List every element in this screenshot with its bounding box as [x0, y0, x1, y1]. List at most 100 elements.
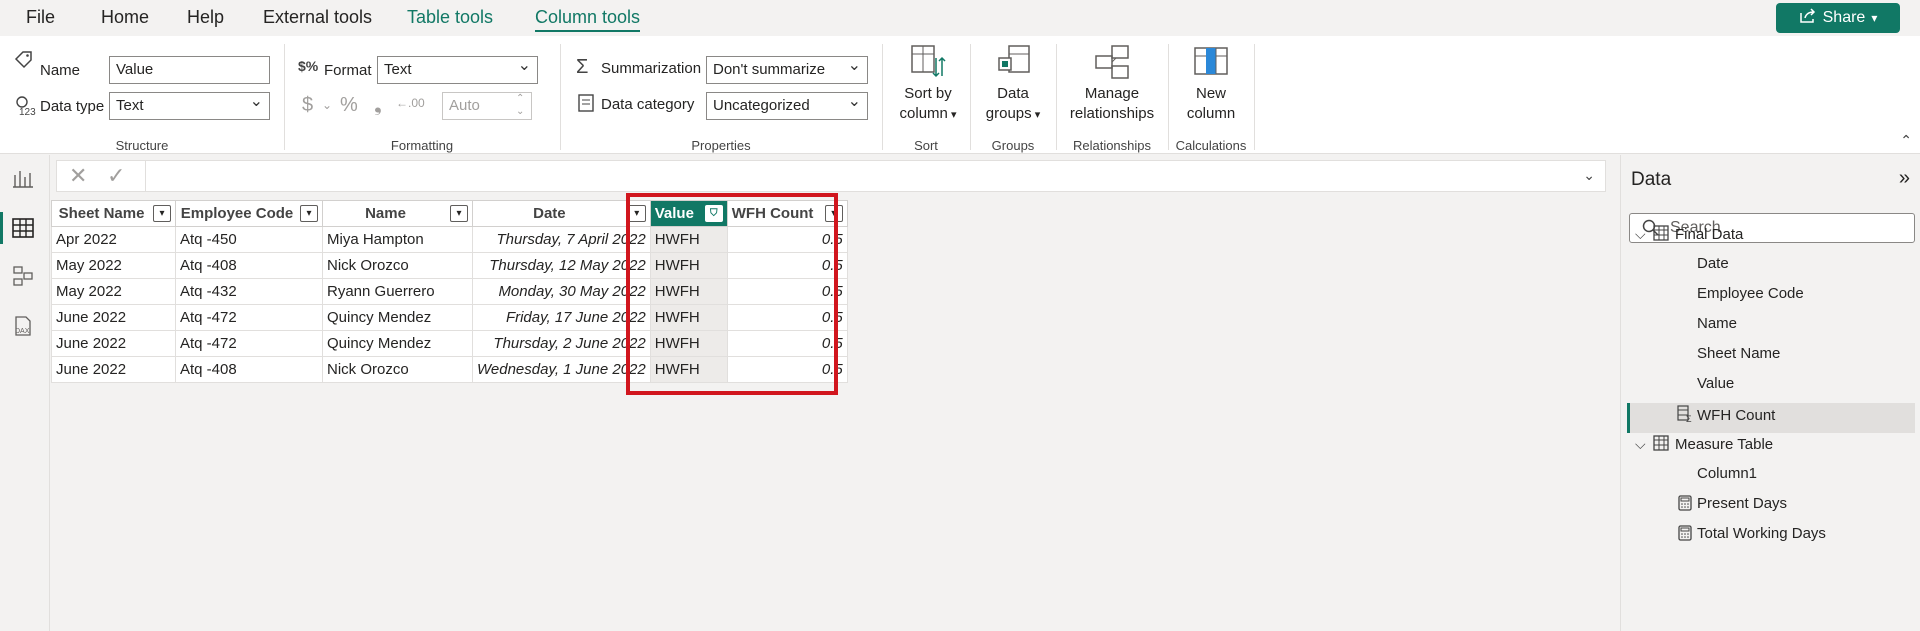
cell-name[interactable]: Quincy Mendez [322, 330, 473, 357]
data-pane: Data » Search ⌵ Final Data Date Employee Co… [1620, 155, 1920, 631]
table-view-icon[interactable] [12, 217, 38, 243]
measure-icon [1677, 495, 1697, 515]
table-node-measure-table[interactable]: ⌵ Measure Table [1635, 435, 1773, 455]
cell-date[interactable]: Thursday, 12 May 2022 [472, 252, 651, 279]
cell-date[interactable]: Thursday, 2 June 2022 [472, 330, 651, 357]
tree-item-label: Column1 [1697, 465, 1758, 482]
column-header-sheet-name[interactable]: Sheet Name ▾ [51, 200, 176, 227]
cell-employee-code[interactable]: Atq -432 [175, 278, 323, 305]
column-header-date[interactable]: Date ▾ [472, 200, 651, 227]
summarization-dropdown[interactable]: Don't summarize [706, 56, 868, 84]
cell-sheet-name[interactable]: June 2022 [51, 304, 176, 331]
decimal-icon[interactable]: ←.00 [396, 96, 425, 110]
tree-item-label: Date [1697, 255, 1729, 272]
cell-date[interactable]: Wednesday, 1 June 2022 [472, 356, 651, 383]
data-category-dropdown[interactable]: Uncategorized [706, 92, 868, 120]
expand-formula-icon[interactable]: ⌄ [1583, 167, 1595, 184]
cell-employee-code[interactable]: Atq -408 [175, 356, 323, 383]
cell-name[interactable]: Nick Orozco [322, 356, 473, 383]
field-column1[interactable]: Column1 [1697, 465, 1757, 482]
column-header-label: Date [533, 205, 566, 222]
filter-dropdown-icon[interactable]: ▾ [450, 205, 468, 222]
cell-employee-code[interactable]: Atq -450 [175, 226, 323, 253]
calculated-column-icon: Σ [1677, 405, 1697, 427]
cell-name[interactable]: Nick Orozco [322, 252, 473, 279]
cell-name[interactable]: Miya Hampton [322, 226, 473, 253]
manage-relationships-button[interactable]: Manage relationships [1062, 44, 1162, 124]
tag-icon [14, 51, 34, 73]
collapse-ribbon-icon[interactable]: ⌃ [1900, 132, 1912, 149]
cell-date[interactable]: Friday, 17 June 2022 [472, 304, 651, 331]
column-header-name[interactable]: Name ▾ [322, 200, 473, 227]
column-header-employee-code[interactable]: Employee Code ▾ [175, 200, 323, 227]
cell-sheet-name[interactable]: June 2022 [51, 330, 176, 357]
cell-sheet-name[interactable]: May 2022 [51, 252, 176, 279]
cell-employee-code[interactable]: Atq -472 [175, 330, 323, 357]
cell-name[interactable]: Quincy Mendez [322, 304, 473, 331]
menu-home[interactable]: Home [101, 7, 149, 28]
commit-icon[interactable]: ✓ [107, 163, 125, 189]
tree-item-label: Employee Code [1697, 285, 1804, 302]
filter-dropdown-icon[interactable]: ▾ [300, 205, 318, 222]
field-employee-code[interactable]: Employee Code [1697, 285, 1804, 302]
field-date[interactable]: Date [1697, 255, 1729, 272]
share-button[interactable]: Share ▾ [1776, 3, 1900, 33]
model-view-icon[interactable] [12, 265, 38, 291]
filter-dropdown-icon[interactable]: ▾ [153, 205, 171, 222]
field-name[interactable]: Name [1697, 315, 1737, 332]
data-groups-icon [976, 44, 1050, 84]
structure-group-label: Structure [115, 138, 169, 153]
tab-column-tools[interactable]: Column tools [520, 0, 655, 36]
cell-date[interactable]: Monday, 30 May 2022 [472, 278, 651, 305]
format-label: Format [324, 62, 372, 79]
cell-name[interactable]: Ryann Guerrero [322, 278, 473, 305]
cell-sheet-name[interactable]: May 2022 [51, 278, 176, 305]
name-field[interactable]: Value [109, 56, 270, 84]
sort-by-column-button[interactable]: Sort by column ▾ [892, 44, 964, 125]
tab-table-tools[interactable]: Table tools [388, 0, 510, 36]
chevron-down-icon: ▾ [1031, 109, 1041, 121]
chevron-down-icon[interactable]: ⌵ [1635, 226, 1653, 243]
table-node-final-data[interactable]: ⌵ Final Data [1635, 225, 1743, 245]
cell-date[interactable]: Thursday, 7 April 2022 [472, 226, 651, 253]
formatting-group-label: Formatting [390, 138, 454, 153]
stepper-icon[interactable]: ⌃ ⌄ [516, 92, 524, 118]
properties-group-label: Properties [691, 138, 751, 153]
chevron-down-icon[interactable]: ⌵ [1635, 436, 1653, 453]
data-groups-button[interactable]: Data groups ▾ [976, 44, 1050, 125]
formula-input[interactable] [147, 161, 1567, 191]
chevron-down-icon: ▾ [947, 109, 957, 121]
menu-file[interactable]: File [26, 7, 55, 28]
field-total-working-days[interactable]: Total Working Days [1677, 525, 1826, 545]
svg-text:Σ: Σ [1686, 414, 1692, 423]
collapse-pane-icon[interactable]: » [1899, 167, 1910, 190]
chevron-down-icon: ▾ [1871, 11, 1878, 25]
datatype-dropdown[interactable]: Text [109, 92, 270, 120]
menu-help[interactable]: Help [187, 7, 224, 28]
new-column-button[interactable]: New column [1174, 44, 1248, 124]
tree-item-label: Name [1697, 315, 1738, 332]
currency-icon[interactable]: $ [302, 94, 313, 117]
field-present-days[interactable]: Present Days [1677, 495, 1787, 515]
field-wfh-count[interactable]: Σ WFH Count [1677, 405, 1775, 427]
field-value[interactable]: Value [1697, 375, 1734, 392]
sort-by-column-icon [892, 44, 964, 84]
divider [284, 44, 285, 150]
cell-employee-code[interactable]: Atq -472 [175, 304, 323, 331]
cell-employee-code[interactable]: Atq -408 [175, 252, 323, 279]
dax-query-view-icon[interactable]: DAX [12, 315, 38, 341]
percent-icon[interactable]: % [340, 94, 358, 117]
format-dropdown[interactable]: Text [377, 56, 538, 84]
cell-sheet-name[interactable]: Apr 2022 [51, 226, 176, 253]
menu-external-tools[interactable]: External tools [263, 7, 372, 28]
cancel-icon[interactable]: ✕ [69, 163, 87, 189]
new-label: New [1195, 85, 1226, 102]
comma-icon[interactable]: ❟ [374, 94, 382, 117]
tree-item-label: Total Working Days [1697, 525, 1826, 542]
cell-sheet-name[interactable]: June 2022 [51, 356, 176, 383]
chevron-down-icon[interactable]: ⌄ [322, 98, 332, 112]
field-sheet-name[interactable]: Sheet Name [1697, 345, 1780, 362]
view-switcher: DAX [0, 155, 50, 631]
highlight-annotation [626, 193, 838, 395]
report-view-icon[interactable] [12, 167, 38, 193]
